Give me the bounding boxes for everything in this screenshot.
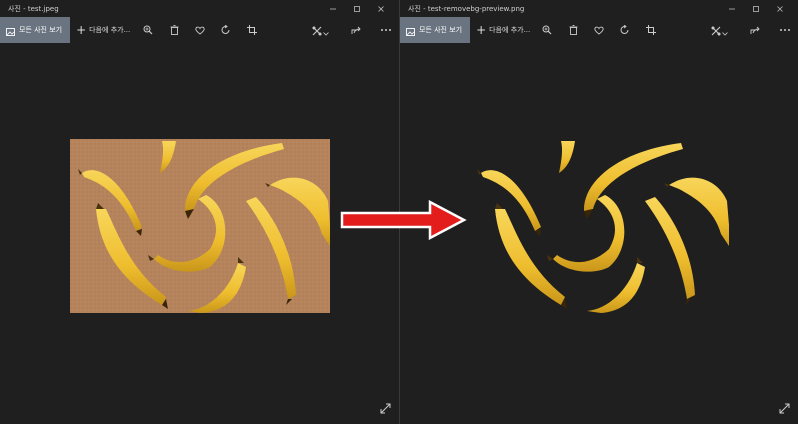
favorite-icon[interactable] [589, 17, 609, 43]
edit-icon [312, 21, 323, 40]
maximize-icon[interactable] [744, 0, 768, 17]
background-removed-banana-photo [477, 141, 729, 313]
caption-buttons [720, 0, 792, 17]
edit-button[interactable] [306, 17, 334, 43]
rotate-icon[interactable] [216, 17, 236, 43]
close-icon[interactable] [369, 0, 393, 17]
photo-icon [6, 21, 15, 40]
share-icon[interactable] [346, 17, 366, 43]
minimize-icon[interactable] [321, 0, 345, 17]
favorite-icon[interactable] [190, 17, 210, 43]
window-title: 사진 - test-removebg-preview.png [408, 4, 525, 13]
title-bar: 사진 - test-removebg-preview.png [400, 0, 798, 17]
caption-buttons [321, 0, 393, 17]
expand-icon[interactable] [779, 399, 790, 418]
add-icon: + [76, 23, 87, 37]
all-photos-label: 모든 사진 보기 [19, 26, 63, 34]
window-title: 사진 - test.jpeg [8, 4, 59, 13]
edit-icon [711, 21, 722, 40]
add-to-button[interactable]: + 다음에 추가... [76, 24, 130, 36]
chevron-down-icon [721, 21, 728, 40]
share-icon[interactable] [745, 17, 765, 43]
crop-icon[interactable] [641, 17, 661, 43]
more-icon[interactable] [775, 17, 795, 43]
zoom-icon[interactable] [537, 17, 557, 43]
toolbar: 모든 사진 보기 + 다음에 추가... [400, 17, 798, 43]
all-photos-button[interactable]: 모든 사진 보기 [400, 17, 471, 43]
zoom-icon[interactable] [138, 17, 158, 43]
photo-icon [406, 21, 415, 40]
add-icon: + [476, 23, 487, 37]
all-photos-button[interactable]: 모든 사진 보기 [0, 17, 71, 43]
maximize-icon[interactable] [345, 0, 369, 17]
all-photos-label: 모든 사진 보기 [419, 26, 463, 34]
more-icon[interactable] [376, 17, 396, 43]
edit-button[interactable] [705, 17, 733, 43]
title-bar: 사진 - test.jpeg [0, 0, 399, 17]
delete-icon[interactable] [563, 17, 583, 43]
comparison-arrow [340, 200, 467, 240]
add-to-button[interactable]: + 다음에 추가... [476, 24, 530, 36]
add-to-label: 다음에 추가... [489, 26, 531, 34]
chevron-down-icon [322, 21, 329, 40]
rotate-icon[interactable] [615, 17, 635, 43]
minimize-icon[interactable] [720, 0, 744, 17]
original-banana-photo [70, 139, 330, 313]
close-icon[interactable] [768, 0, 792, 17]
toolbar: 모든 사진 보기 + 다음에 추가... [0, 17, 399, 43]
add-to-label: 다음에 추가... [89, 26, 131, 34]
delete-icon[interactable] [164, 17, 184, 43]
crop-icon[interactable] [242, 17, 262, 43]
expand-icon[interactable] [380, 399, 391, 418]
